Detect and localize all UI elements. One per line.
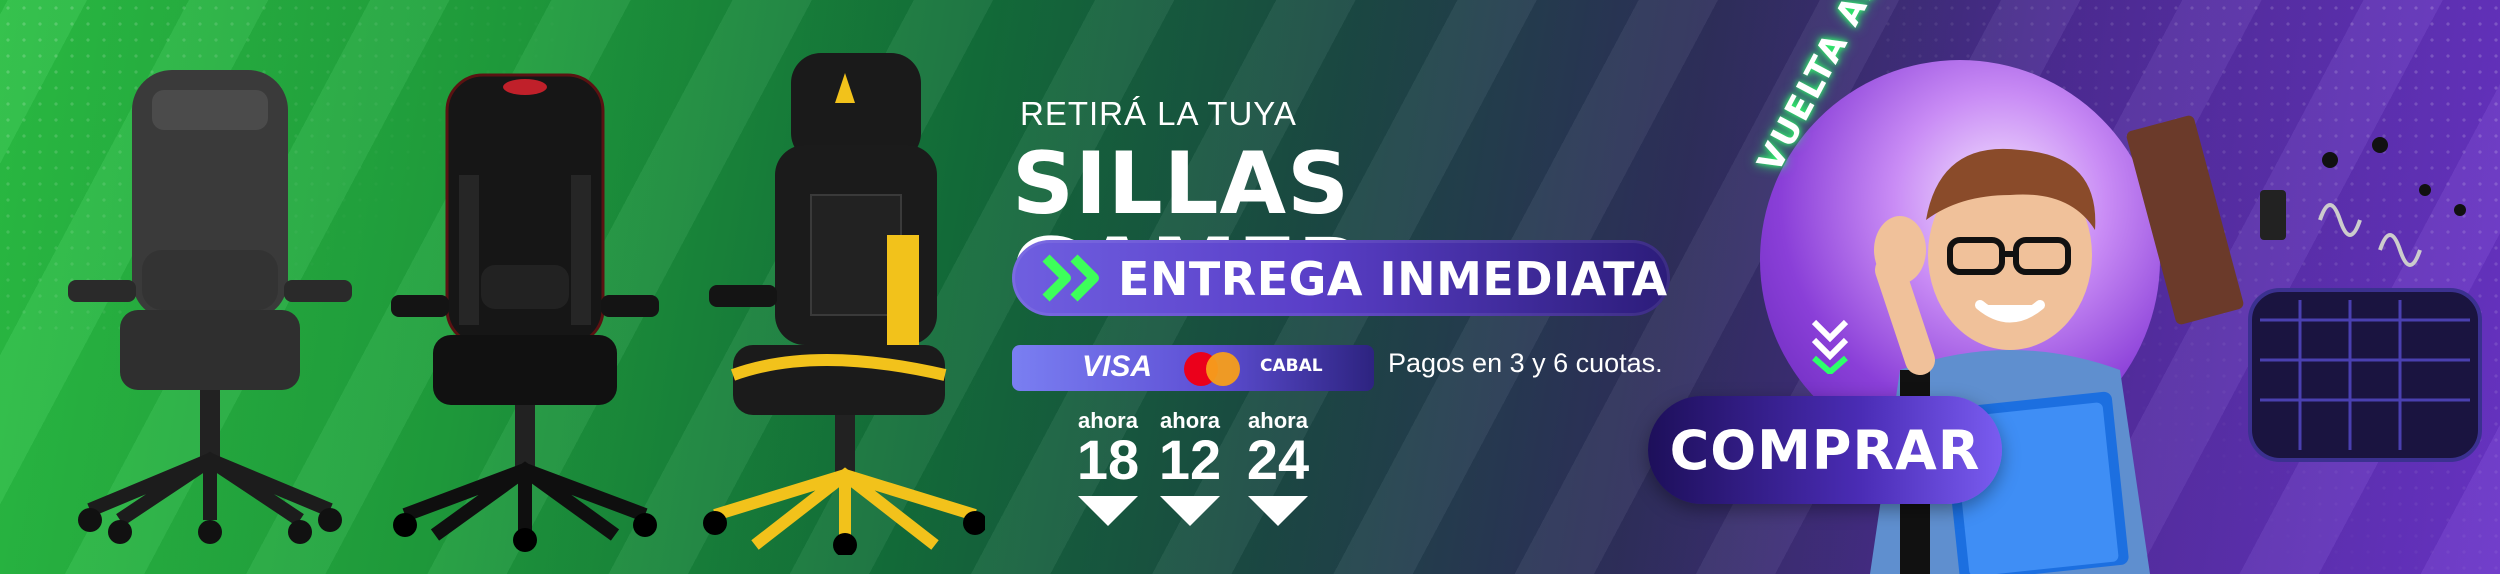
plan-ahora-12: ahora 12 [1150,408,1230,526]
gaming-chair-genesis-grey [60,50,360,550]
double-chevron-down-icon [1811,319,1849,374]
cabal-logo: CABAL [1260,356,1323,376]
plan-ahora-18: ahora 18 [1068,408,1148,526]
mastercard-logo [1184,352,1242,386]
arrow-down-icon [1248,496,1308,526]
double-chevron-right-icon [1042,254,1099,302]
delivery-badge: ENTREGA INMEDIATA [1012,240,1670,316]
plan-number: 24 [1246,428,1310,491]
plan-number: 12 [1158,428,1222,491]
buy-button[interactable]: COMPRAR [1648,396,2002,504]
arrow-down-icon [1078,496,1138,526]
gaming-chair-antec-yellow [695,45,985,555]
visa-logo: VISA [1082,350,1153,383]
delivery-label: ENTREGA INMEDIATA [1118,252,1668,306]
payment-cards: VISA CABAL [1012,345,1374,391]
plan-ahora-24: ahora 24 [1238,408,1318,526]
plan-number: 18 [1076,428,1140,491]
promo-banner[interactable]: RETIRÁ LA TUYA SILLAS GAMER ENTREGA INME… [0,0,2500,574]
installments-text: Pagos en 3 y 6 cuotas. [1388,348,1663,378]
gaming-chair-genesis-red [385,65,665,555]
arrow-down-icon [1160,496,1220,526]
headline-subtitle: RETIRÁ LA TUYA [1020,95,1297,132]
